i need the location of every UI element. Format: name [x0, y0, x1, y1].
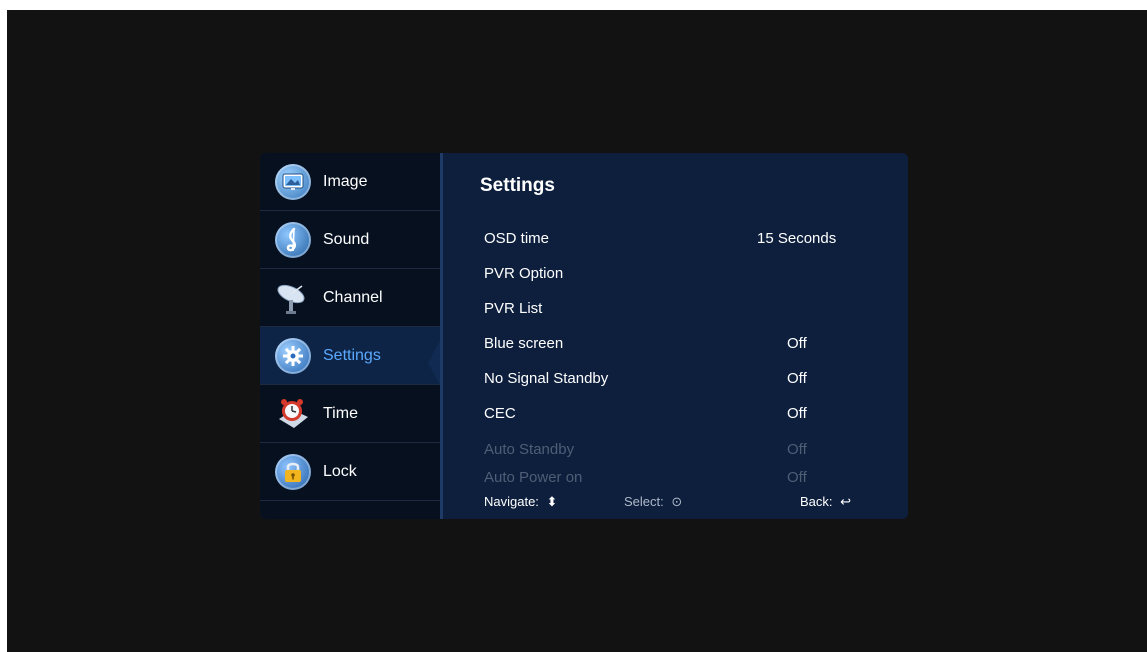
- navigate-label: Navigate:: [484, 494, 539, 509]
- tv-screen: Image Sound Channel Settings Time Lock S…: [7, 10, 1147, 652]
- setting-row-cec[interactable]: CEC Off: [484, 405, 884, 431]
- setting-value: Off: [787, 405, 807, 422]
- padlock-icon: [275, 453, 311, 490]
- gear-icon: [275, 337, 311, 374]
- setting-row-auto-standby: Auto Standby Off: [484, 441, 884, 467]
- sidebar-item-label: Sound: [323, 230, 370, 248]
- active-item-pointer: [428, 341, 440, 385]
- sidebar-item-label: Settings: [323, 346, 381, 364]
- navigate-hint: Navigate: ⬍: [484, 494, 557, 510]
- setting-row-no-signal-standby[interactable]: No Signal Standby Off: [484, 370, 884, 396]
- sidebar-item-time[interactable]: Time: [260, 385, 440, 443]
- setting-name: Blue screen: [484, 335, 564, 352]
- sidebar-item-lock[interactable]: Lock: [260, 443, 440, 501]
- setting-row-auto-power-on: Auto Power on Off: [484, 469, 884, 495]
- sidebar-item-label: Channel: [323, 288, 383, 306]
- key-hints-footer: Navigate: ⬍ Select: ⊙ Back: ↩: [484, 494, 884, 514]
- sidebar-item-channel[interactable]: Channel: [260, 269, 440, 327]
- setting-name: Auto Power on: [484, 469, 583, 486]
- settings-menu: Image Sound Channel Settings Time Lock S…: [260, 153, 908, 519]
- select-label: Select:: [624, 494, 664, 509]
- setting-row-pvr-list[interactable]: PVR List: [484, 300, 884, 326]
- satellite-dish-icon: [275, 280, 311, 316]
- sidebar-item-label: Time: [323, 404, 358, 422]
- sidebar-item-label: Lock: [323, 462, 357, 480]
- back-label: Back:: [800, 494, 833, 509]
- up-down-arrows-icon: ⬍: [546, 494, 558, 509]
- music-note-icon: [275, 221, 311, 258]
- return-arrow-icon: ↩: [840, 494, 852, 509]
- sidebar-item-image[interactable]: Image: [260, 153, 440, 211]
- settings-panel: Settings OSD time 15 Seconds PVR Option …: [443, 153, 908, 519]
- setting-row-blue-screen[interactable]: Blue screen Off: [484, 335, 884, 361]
- setting-name: CEC: [484, 405, 516, 422]
- setting-row-pvr-option[interactable]: PVR Option: [484, 265, 884, 291]
- setting-name: PVR List: [484, 300, 543, 317]
- sidebar: Image Sound Channel Settings Time Lock: [260, 153, 440, 519]
- back-hint: Back: ↩: [800, 494, 851, 510]
- sidebar-item-settings[interactable]: Settings: [260, 327, 440, 385]
- alarm-clock-icon: [275, 396, 311, 432]
- setting-name: No Signal Standby: [484, 370, 609, 387]
- setting-value: Off: [787, 441, 807, 458]
- sidebar-item-label: Image: [323, 172, 368, 190]
- sidebar-item-sound[interactable]: Sound: [260, 211, 440, 269]
- setting-name: OSD time: [484, 230, 550, 247]
- page-title: Settings: [480, 175, 555, 196]
- setting-row-osd-time[interactable]: OSD time 15 Seconds: [484, 230, 884, 256]
- select-hint: Select: ⊙: [624, 494, 682, 510]
- setting-value: Off: [787, 469, 807, 486]
- ok-button-icon: ⊙: [671, 494, 683, 509]
- image-icon: [275, 163, 311, 200]
- setting-value: Off: [787, 335, 807, 352]
- setting-name: Auto Standby: [484, 441, 575, 458]
- setting-value: Off: [787, 370, 807, 387]
- setting-value: 15 Seconds: [757, 230, 837, 247]
- setting-name: PVR Option: [484, 265, 564, 282]
